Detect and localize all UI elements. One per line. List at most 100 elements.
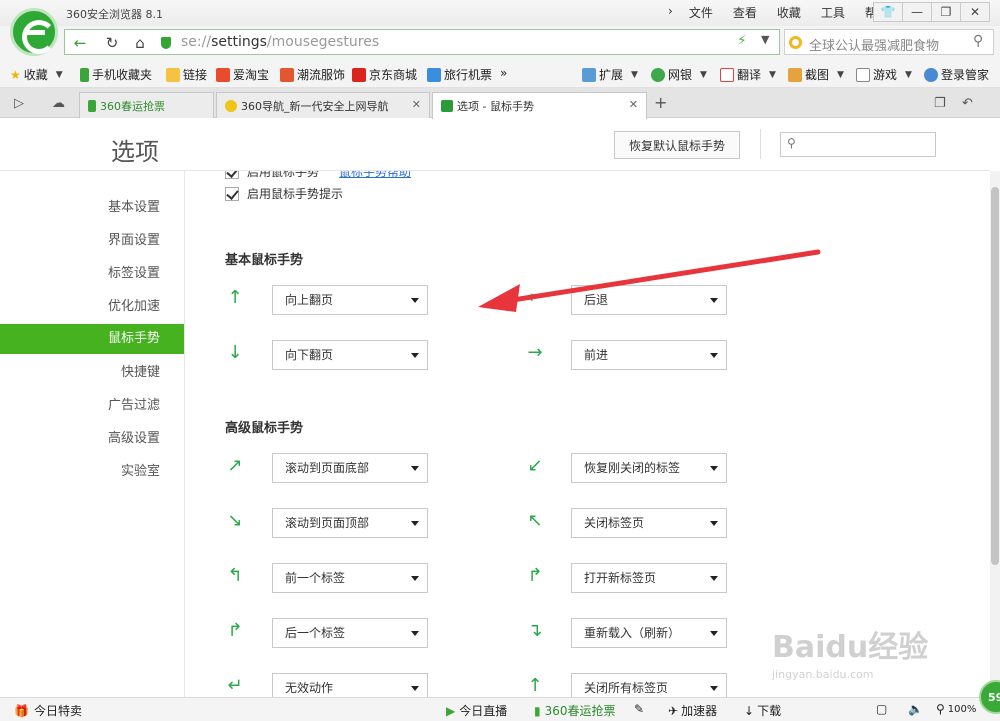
accelerator-button[interactable]: ✈ 加速器 [668,702,717,719]
bookmark-links[interactable]: 链接 [166,66,207,83]
gesture-down-right-icon: ↴ [527,620,543,641]
login-manager-button[interactable]: 登录管家 [924,66,989,83]
nav-tab-icon [225,99,237,112]
search-box[interactable]: 全球公认最强减肥食物 ⚲ [784,29,994,55]
menu-tools[interactable]: 工具 [811,4,855,21]
screenshot-button[interactable]: 截图 ▼ [788,66,844,83]
menu-bar: › 文件 查看 收藏 工具 帮助 [662,4,899,21]
baidu-watermark: Baidu经验 jingyan.baidu.com [772,630,929,681]
enable-gesture-hint-checkbox[interactable] [225,186,239,201]
gesture-settings: 启用鼠标手势 鼠标手势帮助 启用鼠标手势提示 基本鼠标手势 ↑ 向上翻页 ← 后… [186,171,990,697]
menu-view[interactable]: 查看 [723,4,767,21]
ticket-button[interactable]: ▮ 360春运抢票 [534,702,616,719]
gesture-left-select[interactable]: 后退 [571,285,727,315]
gesture-adv-4-select[interactable]: 关闭标签页 [571,508,727,538]
sidebar-toggle-icon[interactable]: ▷ [14,96,24,111]
gesture-help-link[interactable]: 鼠标手势帮助 [339,171,411,180]
page-title: 选项 [111,138,159,166]
taobao-icon [216,67,230,82]
options-search-input[interactable]: ⚲ [780,132,936,157]
back-arrow-icon[interactable]: ← [67,34,93,52]
translate-button[interactable]: 翻译 ▼ [720,66,776,83]
address-bar[interactable]: ← ↻ ⌂ se://settings/mousegestures ⚡ ▼ [64,29,780,55]
scrollbar-thumb[interactable] [991,187,999,565]
url-text[interactable]: se://settings/mousegestures [181,34,379,50]
gesture-up-right-icon: ↱ [227,620,243,641]
phone-icon: ▮ [534,703,541,718]
tab-ticket[interactable]: 360春运抢票 [79,92,214,118]
minimize-button[interactable]: — [902,2,932,22]
tab-options[interactable]: 选项 - 鼠标手势 ✕ [432,92,647,119]
ebank-button[interactable]: 网银 ▼ [651,66,707,83]
gesture-right-select[interactable]: 前进 [571,340,727,370]
gesture-adv-9-select[interactable]: 无效动作 [272,673,428,697]
gesture-up-select[interactable]: 向上翻页 [272,285,428,315]
refresh-icon[interactable]: ↻ [99,34,125,52]
settings-sidebar: 基本设置 界面设置 标签设置 优化加速 鼠标手势 快捷键 广告过滤 高级设置 实… [0,171,185,697]
browser-logo[interactable] [10,8,58,56]
volume-icon[interactable]: 🔈 [908,702,923,716]
gesture-adv-3-select[interactable]: 滚动到页面顶部 [272,508,428,538]
wrench-tab-icon [441,100,453,112]
sidebar-item-lab[interactable]: 实验室 [0,457,160,487]
gesture-adv-2-select[interactable]: 恢复刚关闭的标签 [571,453,727,483]
download-button[interactable]: ↓ 下载 [744,702,781,719]
gesture-adv-5-select[interactable]: 前一个标签 [272,563,428,593]
search-placeholder: 全球公认最强减肥食物 [809,39,940,54]
gamepad-icon [856,67,870,82]
tab-bar: ▷ ☁ 360春运抢票 360导航_新一代安全上网导航 ✕ 选项 - 鼠标手势 … [0,88,1000,119]
gesture-adv-8-select[interactable]: 重新载入（刷新） [571,618,727,648]
gesture-down-select[interactable]: 向下翻页 [272,340,428,370]
close-button[interactable]: ✕ [960,2,990,22]
tab-close-icon[interactable]: ✕ [629,98,638,111]
gesture-adv-10-select[interactable]: 关闭所有标签页 [571,673,727,697]
enable-gesture-checkbox[interactable] [225,171,239,179]
gesture-adv-6-select[interactable]: 打开新标签页 [571,563,727,593]
menu-arrow-icon[interactable]: › [662,4,679,21]
gesture-adv-1-select[interactable]: 滚动到页面底部 [272,453,428,483]
sidebar-item-shortcuts[interactable]: 快捷键 [0,358,160,388]
live-button[interactable]: ▶ 今日直播 [446,702,507,719]
cloud-icon[interactable]: ☁ [52,96,65,111]
skin-icon[interactable]: 👕 [873,2,903,22]
home-icon[interactable]: ⌂ [127,34,153,52]
bookmarks-more-icon[interactable]: » [500,66,507,80]
bookmark-taobao[interactable]: 爱淘宝 [216,66,269,83]
games-button[interactable]: 游戏 ▼ [856,66,912,83]
gesture-adv-7-select[interactable]: 后一个标签 [272,618,428,648]
bookmark-travel[interactable]: 旅行机票 [427,66,492,83]
browser-doctor-icon[interactable]: ✎ [634,702,644,716]
bookmark-favorites[interactable]: ★ 收藏 ▼ [10,66,63,83]
bookmark-jd[interactable]: 京东商城 [352,66,417,83]
gesture-up-icon: ↑ [227,287,243,308]
search-engine-icon[interactable] [789,36,802,49]
window-mode-icon[interactable]: ▢ [876,702,887,716]
sidebar-item-interface[interactable]: 界面设置 [0,226,160,256]
menu-favorites[interactable]: 收藏 [767,4,811,21]
new-tab-icon[interactable]: + [654,93,667,112]
tab-navigation[interactable]: 360导航_新一代安全上网导航 ✕ [216,92,430,118]
tab-close-icon[interactable]: ✕ [412,98,421,111]
star-icon: ★ [10,67,21,82]
zoom-control[interactable]: ⚲ 100% [936,702,976,716]
undo-close-icon[interactable]: ↶ [962,96,973,111]
window-controls: 👕 — ❐ ✕ [873,2,990,22]
sidebar-item-basic[interactable]: 基本设置 [0,193,160,223]
bookmark-fashion[interactable]: 潮流服饰 [280,66,345,83]
restore-defaults-button[interactable]: 恢复默认鼠标手势 [614,131,740,159]
sidebar-item-mouse-gestures[interactable]: 鼠标手势 [0,324,184,354]
bolt-icon[interactable]: ⚡ [737,33,747,49]
sidebar-item-tabs[interactable]: 标签设置 [0,259,160,289]
sidebar-item-adblock[interactable]: 广告过滤 [0,391,160,421]
bookmark-mobile[interactable]: 手机收藏夹 [80,66,152,83]
sidebar-item-advanced[interactable]: 高级设置 [0,424,160,454]
extensions-button[interactable]: 扩展 ▼ [582,66,638,83]
daily-deals-button[interactable]: 🎁 今日特卖 [14,702,82,719]
maximize-button[interactable]: ❐ [931,2,961,22]
tab-list-icon[interactable]: ❐ [934,96,946,111]
search-icon[interactable]: ⚲ [973,33,983,49]
sidebar-item-optimize[interactable]: 优化加速 [0,292,160,322]
address-dropdown-icon[interactable]: ▼ [761,33,769,46]
scrollbar[interactable] [990,171,1000,697]
menu-file[interactable]: 文件 [679,4,723,21]
